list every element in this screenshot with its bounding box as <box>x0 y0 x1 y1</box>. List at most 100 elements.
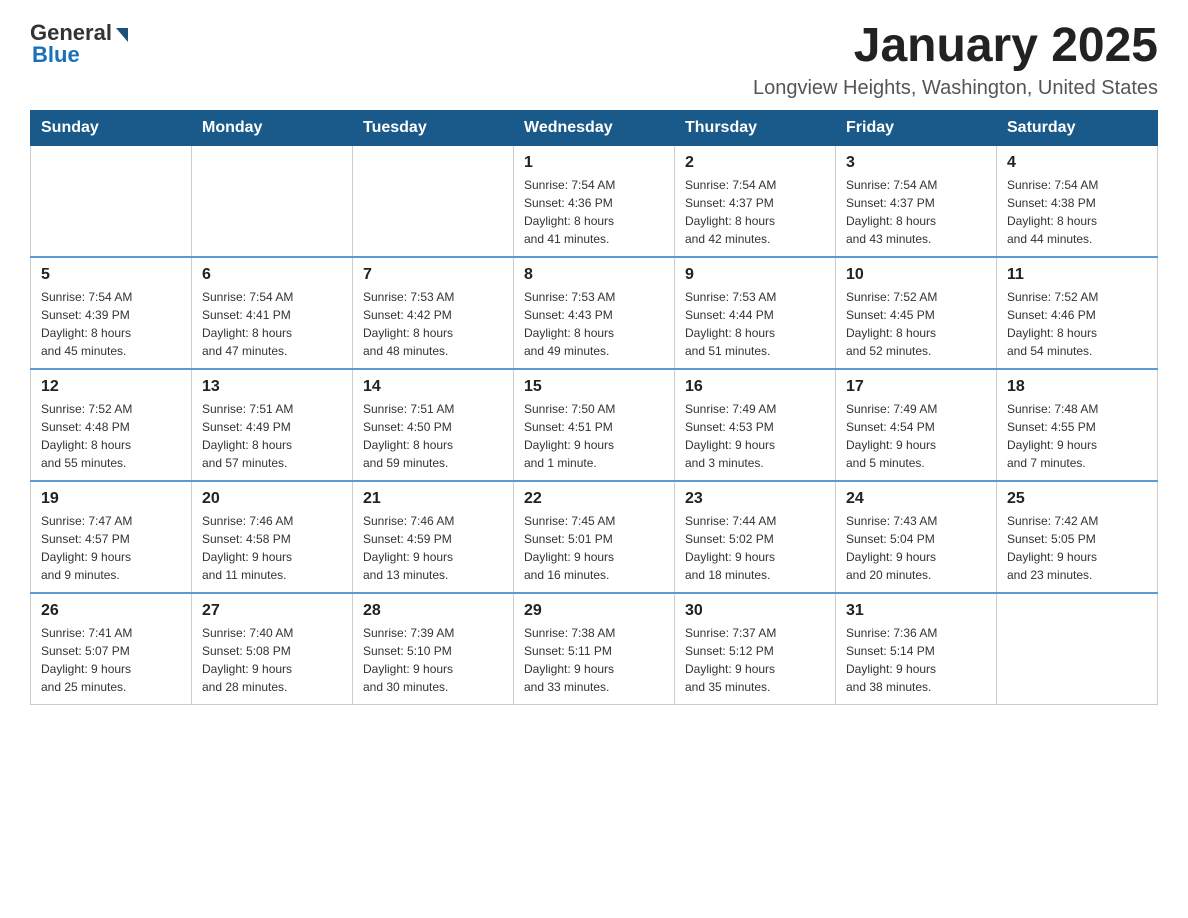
day-number: 29 <box>524 602 664 620</box>
day-number: 19 <box>41 490 181 508</box>
calendar-cell <box>353 145 514 257</box>
calendar-cell: 2Sunrise: 7:54 AM Sunset: 4:37 PM Daylig… <box>675 145 836 257</box>
day-number: 8 <box>524 266 664 284</box>
day-info: Sunrise: 7:46 AM Sunset: 4:58 PM Dayligh… <box>202 512 342 584</box>
logo-blue-text: Blue <box>30 42 80 68</box>
day-info: Sunrise: 7:52 AM Sunset: 4:48 PM Dayligh… <box>41 400 181 472</box>
day-number: 9 <box>685 266 825 284</box>
day-number: 22 <box>524 490 664 508</box>
calendar-cell: 31 Sunrise: 7:36 AM Sunset: 5:14 PM Dayli… <box>836 593 997 705</box>
weekday-header-tuesday: Tuesday <box>353 110 514 145</box>
calendar-cell: 22Sunrise: 7:45 AM Sunset: 5:01 PM Dayli… <box>514 481 675 593</box>
calendar-cell: 27 Sunrise: 7:40 AM Sunset: 5:08 PM Dayli… <box>192 593 353 705</box>
day-info: Sunrise: 7:44 AM Sunset: 5:02 PM Dayligh… <box>685 512 825 584</box>
logo-arrow-icon <box>116 28 128 42</box>
calendar-cell: 21 Sunrise: 7:46 AM Sunset: 4:59 PM Dayli… <box>353 481 514 593</box>
day-info: Sunrise: 7:53 AM Sunset: 4:42 PM Dayligh… <box>363 288 503 360</box>
day-info: Sunrise: 7:53 AM Sunset: 4:44 PM Dayligh… <box>685 288 825 360</box>
calendar-cell: 28 Sunrise: 7:39 AM Sunset: 5:10 PM Dayli… <box>353 593 514 705</box>
weekday-header-row: SundayMondayTuesdayWednesdayThursdayFrid… <box>31 110 1158 145</box>
day-info: Sunrise: 7:41 AM Sunset: 5:07 PM Dayligh… <box>41 624 181 696</box>
month-title: January 2025 <box>753 20 1158 73</box>
calendar-cell: 15 Sunrise: 7:50 AM Sunset: 4:51 PM Dayli… <box>514 369 675 481</box>
day-info: Sunrise: 7:49 AM Sunset: 4:54 PM Dayligh… <box>846 400 986 472</box>
day-number: 2 <box>685 154 825 172</box>
calendar-cell: 13 Sunrise: 7:51 AM Sunset: 4:49 PM Dayli… <box>192 369 353 481</box>
day-number: 6 <box>202 266 342 284</box>
calendar-cell: 26 Sunrise: 7:41 AM Sunset: 5:07 PM Dayli… <box>31 593 192 705</box>
day-number: 20 <box>202 490 342 508</box>
day-info: Sunrise: 7:50 AM Sunset: 4:51 PM Dayligh… <box>524 400 664 472</box>
day-info: Sunrise: 7:54 AM Sunset: 4:38 PM Dayligh… <box>1007 176 1147 248</box>
day-number: 25 <box>1007 490 1147 508</box>
weekday-header-friday: Friday <box>836 110 997 145</box>
day-info: Sunrise: 7:46 AM Sunset: 4:59 PM Dayligh… <box>363 512 503 584</box>
day-number: 31 <box>846 602 986 620</box>
day-info: Sunrise: 7:51 AM Sunset: 4:50 PM Dayligh… <box>363 400 503 472</box>
calendar-table: SundayMondayTuesdayWednesdayThursdayFrid… <box>30 110 1158 705</box>
day-number: 5 <box>41 266 181 284</box>
day-number: 13 <box>202 378 342 396</box>
calendar-cell: 10Sunrise: 7:52 AM Sunset: 4:45 PM Dayli… <box>836 257 997 369</box>
calendar-cell <box>31 145 192 257</box>
day-number: 14 <box>363 378 503 396</box>
calendar-cell <box>192 145 353 257</box>
day-number: 21 <box>363 490 503 508</box>
day-number: 26 <box>41 602 181 620</box>
day-number: 3 <box>846 154 986 172</box>
title-section: January 2025 Longview Heights, Washingto… <box>753 20 1158 100</box>
day-number: 23 <box>685 490 825 508</box>
day-info: Sunrise: 7:38 AM Sunset: 5:11 PM Dayligh… <box>524 624 664 696</box>
weekday-header-wednesday: Wednesday <box>514 110 675 145</box>
calendar-week-row: 26 Sunrise: 7:41 AM Sunset: 5:07 PM Dayli… <box>31 593 1158 705</box>
day-info: Sunrise: 7:39 AM Sunset: 5:10 PM Dayligh… <box>363 624 503 696</box>
page-header: General Blue January 2025 Longview Heigh… <box>30 20 1158 100</box>
day-info: Sunrise: 7:43 AM Sunset: 5:04 PM Dayligh… <box>846 512 986 584</box>
day-info: Sunrise: 7:40 AM Sunset: 5:08 PM Dayligh… <box>202 624 342 696</box>
calendar-cell <box>997 593 1158 705</box>
calendar-cell: 4 Sunrise: 7:54 AM Sunset: 4:38 PM Daylig… <box>997 145 1158 257</box>
day-number: 28 <box>363 602 503 620</box>
location-text: Longview Heights, Washington, United Sta… <box>753 77 1158 100</box>
calendar-cell: 5Sunrise: 7:54 AM Sunset: 4:39 PM Daylig… <box>31 257 192 369</box>
calendar-week-row: 19Sunrise: 7:47 AM Sunset: 4:57 PM Dayli… <box>31 481 1158 593</box>
calendar-cell: 14 Sunrise: 7:51 AM Sunset: 4:50 PM Dayli… <box>353 369 514 481</box>
day-number: 1 <box>524 154 664 172</box>
day-number: 11 <box>1007 266 1147 284</box>
weekday-header-monday: Monday <box>192 110 353 145</box>
day-info: Sunrise: 7:49 AM Sunset: 4:53 PM Dayligh… <box>685 400 825 472</box>
day-info: Sunrise: 7:42 AM Sunset: 5:05 PM Dayligh… <box>1007 512 1147 584</box>
day-number: 15 <box>524 378 664 396</box>
day-number: 12 <box>41 378 181 396</box>
calendar-week-row: 1Sunrise: 7:54 AM Sunset: 4:36 PM Daylig… <box>31 145 1158 257</box>
day-info: Sunrise: 7:53 AM Sunset: 4:43 PM Dayligh… <box>524 288 664 360</box>
logo: General Blue <box>30 20 128 68</box>
calendar-cell: 19Sunrise: 7:47 AM Sunset: 4:57 PM Dayli… <box>31 481 192 593</box>
calendar-cell: 30Sunrise: 7:37 AM Sunset: 5:12 PM Dayli… <box>675 593 836 705</box>
day-info: Sunrise: 7:48 AM Sunset: 4:55 PM Dayligh… <box>1007 400 1147 472</box>
day-info: Sunrise: 7:54 AM Sunset: 4:41 PM Dayligh… <box>202 288 342 360</box>
day-number: 30 <box>685 602 825 620</box>
day-number: 4 <box>1007 154 1147 172</box>
day-number: 27 <box>202 602 342 620</box>
calendar-cell: 8 Sunrise: 7:53 AM Sunset: 4:43 PM Daylig… <box>514 257 675 369</box>
day-number: 18 <box>1007 378 1147 396</box>
calendar-cell: 24Sunrise: 7:43 AM Sunset: 5:04 PM Dayli… <box>836 481 997 593</box>
day-info: Sunrise: 7:54 AM Sunset: 4:37 PM Dayligh… <box>846 176 986 248</box>
calendar-week-row: 5Sunrise: 7:54 AM Sunset: 4:39 PM Daylig… <box>31 257 1158 369</box>
calendar-cell: 11 Sunrise: 7:52 AM Sunset: 4:46 PM Dayli… <box>997 257 1158 369</box>
calendar-cell: 17 Sunrise: 7:49 AM Sunset: 4:54 PM Dayli… <box>836 369 997 481</box>
calendar-cell: 7Sunrise: 7:53 AM Sunset: 4:42 PM Daylig… <box>353 257 514 369</box>
calendar-cell: 16Sunrise: 7:49 AM Sunset: 4:53 PM Dayli… <box>675 369 836 481</box>
day-info: Sunrise: 7:36 AM Sunset: 5:14 PM Dayligh… <box>846 624 986 696</box>
calendar-cell: 3 Sunrise: 7:54 AM Sunset: 4:37 PM Daylig… <box>836 145 997 257</box>
day-number: 17 <box>846 378 986 396</box>
calendar-cell: 29 Sunrise: 7:38 AM Sunset: 5:11 PM Dayli… <box>514 593 675 705</box>
calendar-cell: 9 Sunrise: 7:53 AM Sunset: 4:44 PM Daylig… <box>675 257 836 369</box>
calendar-cell: 25 Sunrise: 7:42 AM Sunset: 5:05 PM Dayli… <box>997 481 1158 593</box>
weekday-header-thursday: Thursday <box>675 110 836 145</box>
day-info: Sunrise: 7:51 AM Sunset: 4:49 PM Dayligh… <box>202 400 342 472</box>
calendar-week-row: 12 Sunrise: 7:52 AM Sunset: 4:48 PM Dayli… <box>31 369 1158 481</box>
day-number: 10 <box>846 266 986 284</box>
day-info: Sunrise: 7:52 AM Sunset: 4:46 PM Dayligh… <box>1007 288 1147 360</box>
